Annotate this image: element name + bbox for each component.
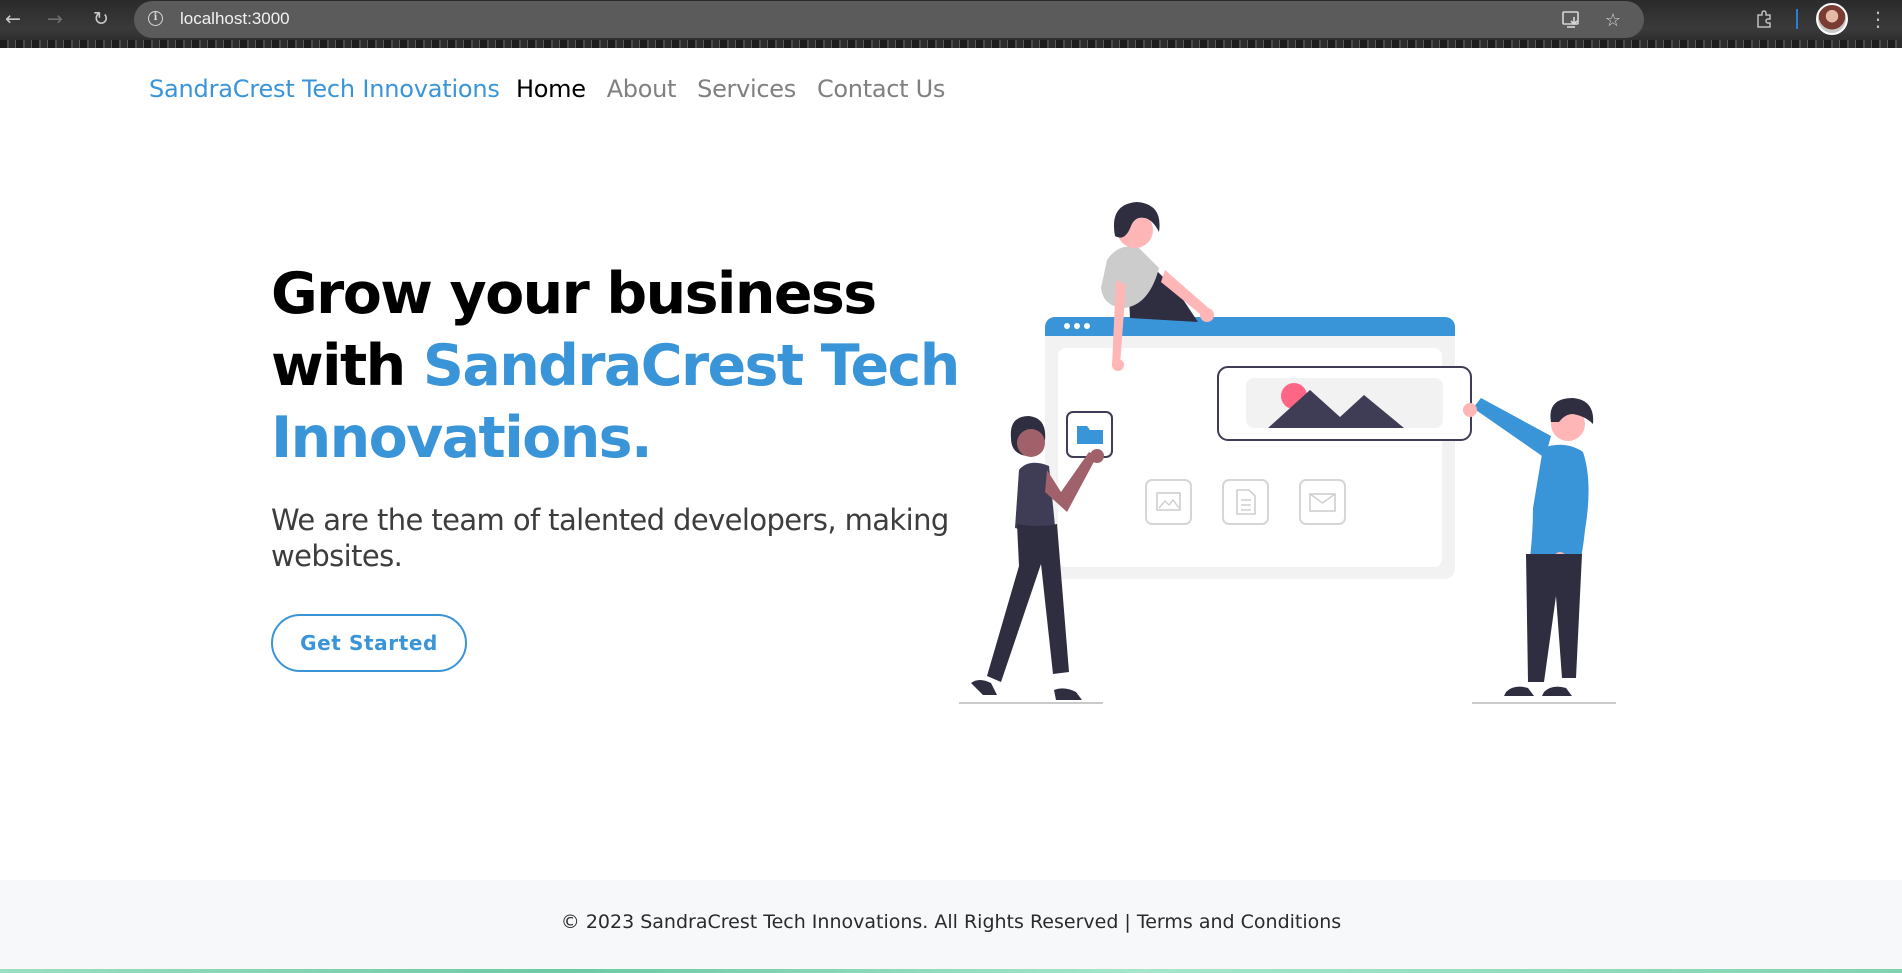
browser-toolbar: ← → ↻ i localhost:3000 ☆ ⋮ [0, 0, 1902, 48]
address-bar[interactable]: i localhost:3000 ☆ [134, 1, 1644, 38]
get-started-button[interactable]: Get Started [271, 614, 467, 672]
mail-card-icon [1299, 479, 1346, 525]
site-info-icon[interactable]: i [148, 11, 163, 26]
back-icon[interactable]: ← [0, 6, 26, 32]
hero-title: Grow your business with SandraCrest Tech… [271, 258, 971, 474]
folder-card [1066, 411, 1113, 458]
install-app-icon[interactable] [1560, 8, 1584, 32]
main-nav: Home About Services Contact Us [516, 75, 966, 103]
menu-icon[interactable]: ⋮ [1868, 6, 1888, 32]
hero-subtitle: We are the team of talented developers, … [271, 503, 949, 573]
nav-link-services[interactable]: Services [697, 75, 796, 103]
copyright-text: © 2023 SandraCrest Tech Innovations. All… [560, 911, 1137, 933]
image-card-icon [1145, 479, 1192, 525]
terms-link[interactable]: Terms and Conditions [1137, 911, 1341, 933]
profile-avatar[interactable] [1816, 3, 1848, 35]
desktop-wallpaper-strip [0, 969, 1902, 973]
image-placeholder-card [1217, 366, 1472, 441]
nav-link-about[interactable]: About [607, 75, 677, 103]
forward-icon[interactable]: → [42, 6, 68, 32]
document-card-icon [1222, 479, 1269, 525]
footer: © 2023 SandraCrest Tech Innovations. All… [0, 880, 1902, 969]
footer-text: © 2023 SandraCrest Tech Innovations. All… [561, 911, 1341, 933]
nav-link-contact[interactable]: Contact Us [817, 75, 945, 103]
nav-link-home[interactable]: Home [516, 75, 586, 103]
extensions-icon[interactable] [1752, 6, 1778, 32]
url-text[interactable]: localhost:3000 [180, 9, 290, 29]
hero-illustration [959, 202, 1616, 704]
brand-link[interactable]: SandraCrest Tech Innovations [149, 75, 500, 103]
reload-icon[interactable]: ↻ [88, 6, 114, 32]
man-right-figure [1463, 398, 1594, 696]
bookmark-star-icon[interactable]: ☆ [1601, 8, 1625, 32]
toolbar-separator [1796, 9, 1798, 29]
